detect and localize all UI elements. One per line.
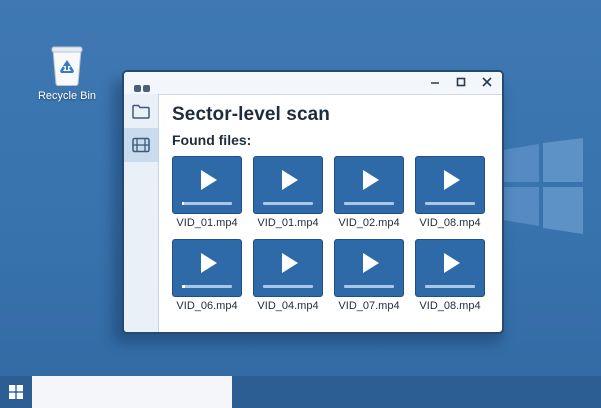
sidebar-item-videos[interactable] [124,128,158,162]
recycle-bin[interactable]: Recycle Bin [30,44,104,102]
maximize-button[interactable] [454,75,468,89]
windows-start-icon [9,385,23,399]
play-icon [201,170,217,190]
video-thumbnail [253,239,323,297]
desktop: Recycle Bin Sector-level scan Found file… [0,0,601,408]
close-button[interactable] [480,75,494,89]
file-grid: VID_01.mp4 VID_01.mp4 VID_02.mp4 VID_08.mp4… [172,156,485,312]
recycle-bin-icon [51,46,83,86]
file-item[interactable]: VID_08.mp4 [415,239,485,312]
file-item[interactable]: VID_01.mp4 [253,156,323,229]
file-item[interactable]: VID_02.mp4 [334,156,404,229]
progress-bar [263,202,313,205]
video-thumbnail [172,239,242,297]
taskbar-search-input[interactable] [32,376,232,408]
video-thumbnail [334,239,404,297]
progress-bar [182,285,232,288]
file-name: VID_04.mp4 [257,300,319,312]
file-item[interactable]: VID_07.mp4 [334,239,404,312]
content-area: Sector-level scan Found files: VID_01.mp… [158,94,502,332]
file-name: VID_01.mp4 [176,217,238,229]
progress-bar [263,285,313,288]
file-name: VID_06.mp4 [176,300,238,312]
play-icon [444,253,460,273]
progress-bar [344,202,394,205]
play-icon [363,253,379,273]
folder-icon [132,104,150,119]
progress-fill [182,285,185,288]
progress-bar [182,202,232,205]
video-thumbnail [253,156,323,214]
title-bar[interactable] [124,72,502,95]
found-files-label: Found files: [172,132,252,148]
play-icon [201,253,217,273]
film-icon [132,137,150,153]
progress-fill [182,202,184,205]
play-icon [282,170,298,190]
minimize-button[interactable] [428,75,442,89]
scan-window: Sector-level scan Found files: VID_01.mp… [122,70,504,334]
file-item[interactable]: VID_06.mp4 [172,239,242,312]
file-name: VID_07.mp4 [338,300,400,312]
page-title: Sector-level scan [172,104,331,125]
play-icon [444,170,460,190]
video-thumbnail [415,156,485,214]
sidebar-item-folders[interactable] [124,94,158,128]
file-name: VID_01.mp4 [257,217,319,229]
file-name: VID_02.mp4 [338,217,400,229]
maximize-icon [456,77,466,87]
minimize-icon [431,82,439,84]
play-icon [363,170,379,190]
progress-bar [344,285,394,288]
file-name: VID_08.mp4 [419,300,481,312]
file-name: VID_08.mp4 [419,217,481,229]
sidebar [124,94,159,332]
file-item[interactable]: VID_04.mp4 [253,239,323,312]
windows-logo-icon [503,138,583,234]
play-icon [282,253,298,273]
video-thumbnail [334,156,404,214]
start-button[interactable] [0,376,32,408]
video-thumbnail [172,156,242,214]
recycle-bin-label: Recycle Bin [37,90,97,102]
taskbar [0,376,601,408]
video-thumbnail [415,239,485,297]
progress-bar [425,285,475,288]
progress-bar [425,202,475,205]
file-item[interactable]: VID_08.mp4 [415,156,485,229]
file-item[interactable]: VID_01.mp4 [172,156,242,229]
close-icon [482,77,492,87]
